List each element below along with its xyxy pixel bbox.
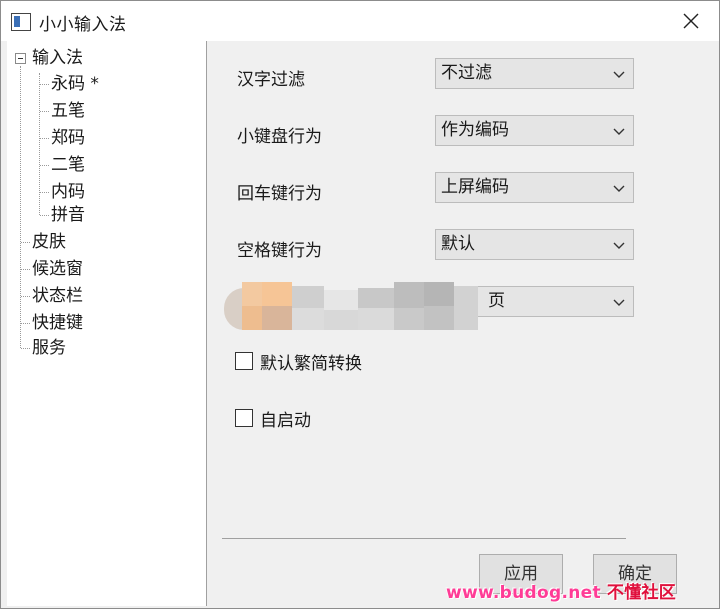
autostart-checkbox[interactable]: [235, 409, 253, 427]
tree-branch: [21, 269, 30, 270]
tree-item-label: 输入法: [32, 48, 83, 68]
tree-branch: [21, 296, 30, 297]
space-key-select[interactable]: 默认: [435, 229, 634, 260]
select-value: 默认: [441, 234, 475, 254]
enter-key-select[interactable]: 上屏编码: [435, 172, 634, 203]
tree-branch: [40, 215, 49, 216]
traditional-conversion-option[interactable]: 默认繁简转换: [235, 349, 362, 374]
tree-branch: [21, 323, 30, 324]
tree-item-label: 五笔: [51, 101, 85, 121]
watermark-url: www.budog.net: [446, 583, 601, 603]
tree-item-input-method[interactable]: 输入法: [32, 45, 83, 71]
tree-item-label: 服务: [32, 338, 66, 358]
tree-item-wubi[interactable]: 五笔: [51, 98, 85, 124]
tree-item-label: 永码 *: [51, 74, 99, 94]
numpad-label: 小键盘行为: [237, 127, 322, 147]
tree-guide-line: [39, 73, 40, 215]
close-icon: [683, 13, 699, 29]
checkbox-label: 自启动: [260, 410, 311, 431]
chevron-down-icon: [613, 128, 625, 135]
select-value: 上屏编码: [441, 177, 509, 197]
tree-branch: [40, 138, 49, 139]
chevron-down-icon: [613, 71, 625, 78]
tree-item-hotkeys[interactable]: 快捷键: [32, 310, 83, 336]
tree-branch: [40, 192, 49, 193]
autostart-option[interactable]: 自启动: [235, 406, 311, 431]
collapse-box-icon[interactable]: [15, 53, 26, 64]
hanzi-filter-label: 汉字过滤: [237, 70, 305, 90]
watermark-name: 不懂社区: [606, 583, 677, 603]
tree-item-label: 候选窗: [32, 259, 83, 279]
window-title: 小小输入法: [39, 15, 127, 35]
hanzi-filter-select[interactable]: 不过滤: [435, 58, 634, 89]
settings-window: 小小输入法 输入法 永码 * 五笔 郑码 二笔 内码 拼音 皮肤 候选窗 状态栏…: [0, 0, 720, 609]
select-value: 页: [488, 291, 505, 311]
select-value: 不过滤: [441, 63, 492, 83]
tree-item-erbi[interactable]: 二笔: [51, 152, 85, 178]
chevron-down-icon: [613, 242, 625, 249]
tree-item-zhengma[interactable]: 郑码: [51, 125, 85, 151]
space-key-label: 空格键行为: [237, 241, 322, 261]
tree-item-pinyin[interactable]: 拼音: [51, 202, 85, 228]
title-bar[interactable]: 小小输入法: [1, 1, 719, 41]
numpad-select[interactable]: 作为编码: [435, 115, 634, 146]
tree-item-label: 皮肤: [32, 232, 66, 252]
mosaic-redaction: [224, 282, 478, 332]
tree-item-status-bar[interactable]: 状态栏: [32, 283, 83, 309]
tree-item-candidate-window[interactable]: 候选窗: [32, 256, 83, 282]
tree-item-label: 状态栏: [32, 286, 83, 306]
enter-key-label: 回车键行为: [237, 184, 322, 204]
tree-branch: [21, 242, 30, 243]
settings-panel: 汉字过滤 不过滤 小键盘行为 作为编码 回车键行为 上屏编码 空格键行为 默认 …: [208, 41, 719, 606]
tree-item-label: 拼音: [51, 205, 85, 225]
chevron-down-icon: [613, 299, 625, 306]
tree-item-label: 二笔: [51, 155, 85, 175]
tree-item-service[interactable]: 服务: [32, 335, 66, 361]
chevron-down-icon: [613, 185, 625, 192]
tree-branch: [40, 84, 49, 85]
tree-item-yongma[interactable]: 永码 *: [51, 71, 99, 97]
tree-branch: [21, 348, 30, 349]
close-button[interactable]: [669, 4, 713, 38]
tree-item-label: 内码: [51, 182, 85, 202]
tree-item-skin[interactable]: 皮肤: [32, 229, 66, 255]
tree-branch: [40, 165, 49, 166]
checkbox-label: 默认繁简转换: [260, 353, 362, 374]
tree-branch: [40, 111, 49, 112]
tree-item-label: 快捷键: [32, 313, 83, 333]
tree-guide-line: [20, 66, 21, 348]
traditional-conversion-checkbox[interactable]: [235, 352, 253, 370]
select-value: 作为编码: [441, 120, 509, 140]
app-window-icon: [11, 13, 31, 31]
tree-item-label: 郑码: [51, 128, 85, 148]
divider: [222, 538, 626, 539]
category-tree[interactable]: 输入法 永码 * 五笔 郑码 二笔 内码 拼音 皮肤 候选窗 状态栏 快捷键 服…: [7, 41, 207, 606]
site-watermark: www.budog.net 不懂社区: [446, 578, 676, 603]
